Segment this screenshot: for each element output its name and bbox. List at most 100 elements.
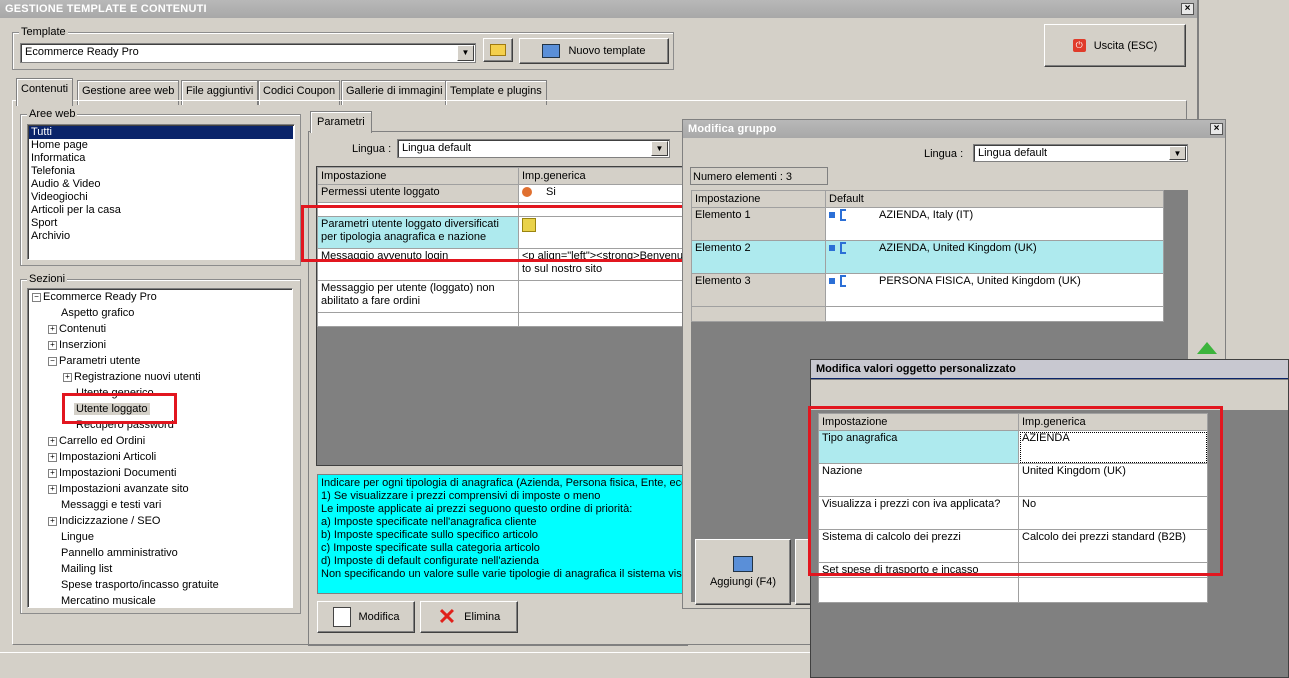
tree-item[interactable]: − Parametri utente (28, 353, 292, 369)
col-header-imp-generica[interactable]: Imp.generica (518, 167, 687, 185)
modifica-label: Modifica (358, 611, 400, 623)
delete-x-icon: ✕ (437, 604, 457, 629)
template-select[interactable]: Ecommerce Ready Pro ▼ (20, 43, 476, 63)
col-header-impostazione[interactable]: Impostazione (691, 190, 826, 208)
highlight-utente-loggato (62, 393, 177, 424)
list-item[interactable]: Telefonia (29, 165, 293, 178)
tree-item[interactable]: + Carrello ed Ordini (28, 433, 292, 449)
hierarchy-icon (829, 209, 849, 222)
expand-icon[interactable]: + (48, 516, 57, 526)
elimina-button[interactable]: ✕ Elimina (420, 601, 518, 633)
tree-item[interactable]: + Registrazione nuovi utenti (28, 369, 292, 385)
new-template-button[interactable]: Nuovo template (519, 38, 669, 64)
chevron-down-icon[interactable]: ▼ (457, 45, 474, 61)
main-close-button[interactable]: × (1181, 3, 1194, 15)
sezioni-tree[interactable]: − Ecommerce Ready Pro Aspetto grafico + Co… (27, 288, 293, 608)
tree-item-label: Registrazione nuovi utenti (74, 371, 201, 383)
scroll-down-icon[interactable]: ▼ (28, 607, 44, 608)
cell-value: PERSONA FISICA, United Kingdom (UK) (879, 275, 1081, 287)
user-icon (522, 187, 532, 198)
tree-item[interactable]: Lingue (28, 529, 292, 545)
expand-icon[interactable]: + (63, 372, 72, 382)
elimina-label: Elimina (464, 611, 501, 623)
grid-cell[interactable]: Messaggio per utente (loggato) non abili… (317, 280, 519, 313)
tree-item[interactable]: − Ecommerce Ready Pro (28, 289, 292, 305)
col-header-default[interactable]: Default (825, 190, 1164, 208)
tree-item[interactable]: Mercatino musicale (28, 593, 292, 607)
arrow-up-icon[interactable] (1197, 342, 1217, 354)
info-line: Le imposte applicate ai prezzi seguono q… (321, 503, 633, 515)
tree-item[interactable]: Mailing list (28, 561, 292, 577)
modifica-gruppo-close[interactable]: × (1210, 123, 1223, 135)
grid-cell[interactable] (518, 280, 687, 313)
tab-parametri[interactable]: Parametri (310, 111, 372, 133)
tree-item[interactable]: + Impostazioni avanzate sito (28, 481, 292, 497)
chevron-down-icon[interactable]: ▼ (1169, 146, 1186, 160)
list-item[interactable]: Articoli per la casa (29, 204, 293, 217)
tree-item[interactable]: + Contenuti (28, 321, 292, 337)
lingua-select[interactable]: Lingua default ▼ (397, 139, 670, 158)
tab-contenuti[interactable]: Contenuti (16, 78, 74, 106)
tree-item-label: Mercatino musicale (61, 595, 156, 607)
tree-item-label: Impostazioni Documenti (59, 467, 177, 479)
expand-icon[interactable]: + (48, 436, 57, 446)
list-item[interactable]: Sport (29, 217, 293, 230)
grid-cell[interactable]: AZIENDA, Italy (IT) (825, 207, 1164, 241)
grid-cell[interactable] (818, 577, 1019, 603)
grid-cell[interactable]: Permessi utente loggato (317, 184, 519, 203)
grid-cell[interactable]: Elemento 1 (691, 207, 826, 241)
info-line: Non specificando un valore sulle varie t… (321, 568, 688, 580)
collapse-icon[interactable]: − (32, 292, 41, 302)
tree-item[interactable]: + Indicizzazione / SEO (28, 513, 292, 529)
tree-item[interactable]: Aspetto grafico (28, 305, 292, 321)
mg-lingua-label: Lingua : (924, 148, 964, 160)
grid-cell[interactable] (1018, 577, 1208, 603)
expand-icon[interactable]: + (48, 468, 57, 478)
expand-icon[interactable]: + (48, 340, 57, 350)
grid-cell[interactable]: Elemento 3 (691, 273, 826, 307)
lingua-select-value: Lingua default (402, 142, 472, 154)
grid-cell[interactable] (691, 306, 826, 322)
power-icon: ⏻ (1072, 39, 1086, 52)
cell-value: AZIENDA, United Kingdom (UK) (879, 242, 1037, 254)
list-item[interactable]: Home page (29, 139, 293, 152)
grid-cell[interactable]: PERSONA FISICA, United Kingdom (UK) (825, 273, 1164, 307)
tree-item[interactable]: Pannello amministrativo (28, 545, 292, 561)
tree-item-label: Contenuti (59, 323, 107, 335)
tree-item[interactable]: Messaggi e testi vari (28, 497, 292, 513)
expand-icon[interactable]: + (48, 484, 57, 494)
expand-icon[interactable]: + (48, 452, 57, 462)
grid-cell[interactable] (825, 306, 1164, 322)
open-folder-button[interactable] (483, 38, 513, 62)
grid-cell[interactable]: Si (518, 184, 687, 203)
grid-cell[interactable] (518, 312, 687, 327)
mg-lingua-select[interactable]: Lingua default ▼ (973, 144, 1188, 162)
template-select-value: Ecommerce Ready Pro (25, 46, 139, 58)
grid-cell[interactable]: AZIENDA, United Kingdom (UK) (825, 240, 1164, 274)
tree-item-label: Indicizzazione / SEO (59, 515, 161, 527)
exit-button[interactable]: ⏻ Uscita (ESC) (1044, 24, 1186, 67)
chevron-down-icon[interactable]: ▼ (651, 141, 668, 156)
tree-item[interactable]: Spese trasporto/incasso gratuite (28, 577, 292, 593)
highlight-parametri-row (301, 205, 689, 262)
tree-item-label: Inserzioni (59, 339, 107, 351)
list-item[interactable]: Tutti (29, 126, 293, 139)
aree-web-list[interactable]: Tutti Home page Informatica Telefonia Au… (27, 124, 295, 260)
col-header-impostazione[interactable]: Impostazione (317, 167, 519, 185)
list-item[interactable]: Archivio (29, 230, 293, 243)
list-item[interactable]: Informatica (29, 152, 293, 165)
tree-item[interactable]: + Inserzioni (28, 337, 292, 353)
tree-item[interactable]: + Impostazioni Articoli (28, 449, 292, 465)
aggiungi-button[interactable]: Aggiungi (F4) (695, 539, 791, 605)
modifica-button[interactable]: Modifica (317, 601, 415, 633)
list-item[interactable]: Audio & Video (29, 178, 293, 191)
window-title: GESTIONE TEMPLATE E CONTENUTI (5, 3, 207, 15)
tree-item[interactable]: + Impostazioni Documenti (28, 465, 292, 481)
grid-cell[interactable]: Elemento 2 (691, 240, 826, 274)
list-item[interactable]: Videogiochi (29, 191, 293, 204)
main-tabstrip: Contenuti Gestione aree web File aggiunt… (13, 78, 553, 106)
grid-cell[interactable] (317, 312, 519, 327)
expand-icon[interactable]: + (48, 324, 57, 334)
sezioni-label: Sezioni (27, 273, 68, 285)
collapse-icon[interactable]: − (48, 356, 57, 366)
